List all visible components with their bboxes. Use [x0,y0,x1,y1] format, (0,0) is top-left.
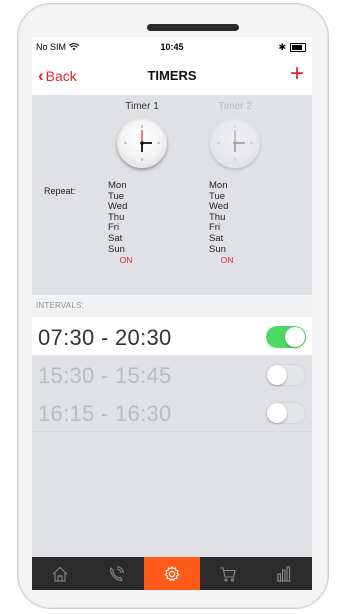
nav-bar: ‹ Back TIMERS + [32,57,312,95]
status-bar: No SIM 10:45 ✱ [32,37,312,57]
day-label: Sun [209,243,226,255]
phone-speaker [147,24,239,31]
day-label: Sat [209,232,224,244]
interval-toggle[interactable] [266,364,306,386]
timer-2-status: ON [220,255,234,266]
intervals-header-label: INTERVALS: [36,301,84,310]
gear-icon [164,565,180,581]
timer-1-status: ON [119,255,133,266]
day-label: Sat [108,232,123,244]
toggle-knob [267,365,287,385]
tab-calls[interactable] [88,557,144,590]
cart-icon [220,566,236,582]
status-time: 10:45 [160,42,184,52]
day-label: Mon [108,180,127,191]
timer-2[interactable]: Timer 2 [190,101,280,168]
timer-1[interactable]: Timer 1 [97,101,187,168]
phone-icon [110,565,124,581]
tab-bar [32,557,312,590]
interval-row[interactable]: 15:30 - 15:45 [32,355,312,394]
interval-time: 07:30 - 20:30 [38,325,172,350]
interval-time: 16:15 - 16:30 [38,401,172,426]
interval-row[interactable]: 07:30 - 20:30 [32,317,312,356]
toggle-knob [267,403,287,423]
tab-home[interactable] [32,557,88,590]
timer-2-days: Mon Tue Wed Thu Fri Sat Sun ON [209,180,247,266]
interval-toggle[interactable] [266,326,306,348]
tab-cart[interactable] [200,557,256,590]
day-label: Sun [108,243,125,255]
intervals-header: INTERVALS: [32,295,312,317]
tab-stats[interactable] [256,557,312,590]
empty-list-area [32,432,312,557]
tab-settings[interactable] [144,557,200,590]
timer-1-days: Mon Tue Wed Thu Fri Sat Sun ON [108,180,146,266]
interval-time: 15:30 - 15:45 [38,363,172,388]
battery-icon [290,43,306,52]
bluetooth-icon: ✱ [278,42,286,52]
clock-icon[interactable] [210,118,260,168]
timer-name: Timer 2 [218,101,252,112]
chart-icon [277,565,291,582]
timer-name: Timer 1 [125,101,159,112]
clock-icon[interactable] [117,118,167,168]
timers-panel: Timer 1 Timer 2 Repeat: Mon Tue Wed Thu … [32,95,312,295]
app-screen: No SIM 10:45 ✱ ‹ Back TIMERS + Timer 1 T… [32,37,312,590]
home-icon [52,566,68,582]
day-label: Mon [209,180,228,191]
repeat-label: Repeat: [44,186,76,196]
toggle-knob [285,327,305,347]
add-timer-button[interactable]: + [290,62,304,86]
interval-toggle[interactable] [266,402,306,424]
interval-row[interactable]: 16:15 - 16:30 [32,393,312,432]
page-title: TIMERS [147,68,197,83]
